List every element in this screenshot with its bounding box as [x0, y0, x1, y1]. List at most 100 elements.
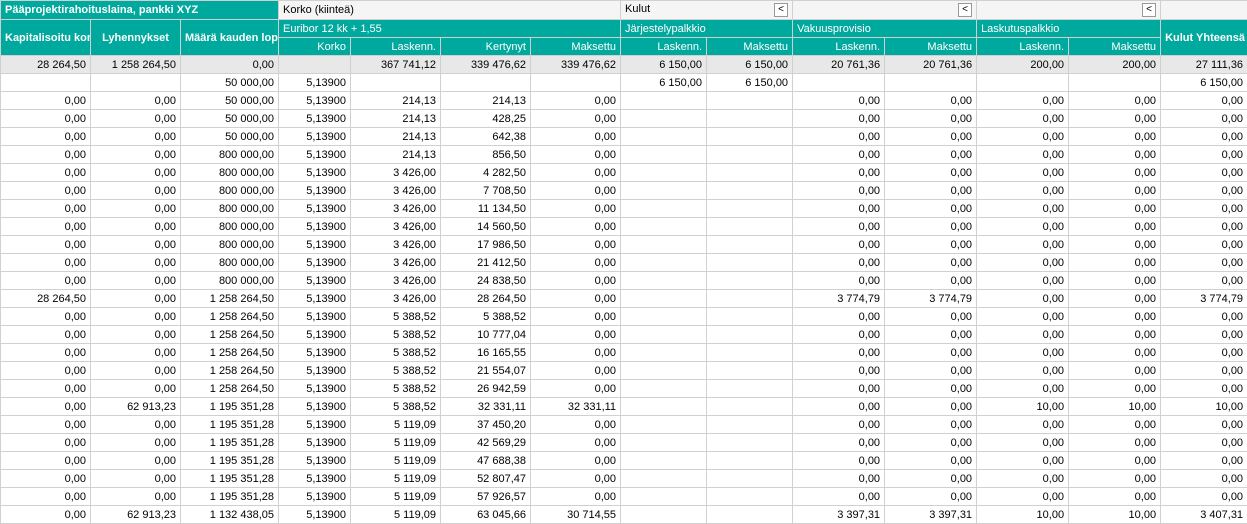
cell-vl[interactable]: 0,00	[793, 344, 885, 362]
cell-jm[interactable]	[707, 434, 793, 452]
cell-lask[interactable]: 5 388,52	[351, 380, 441, 398]
cell-kap[interactable]: 0,00	[1, 164, 91, 182]
cell-jm[interactable]	[707, 254, 793, 272]
cell-jl[interactable]	[621, 128, 707, 146]
cell-vl[interactable]: 0,00	[793, 200, 885, 218]
cell-ll[interactable]: 0,00	[977, 380, 1069, 398]
cell-lask[interactable]: 5 388,52	[351, 344, 441, 362]
cell-ll[interactable]: 0,00	[977, 254, 1069, 272]
cell-vm[interactable]: 0,00	[885, 218, 977, 236]
cell-lm[interactable]: 0,00	[1069, 92, 1161, 110]
cell-lask[interactable]: 3 426,00	[351, 236, 441, 254]
cell-lyh[interactable]: 0,00	[91, 308, 181, 326]
cell-vl[interactable]: 0,00	[793, 146, 885, 164]
cell-kert[interactable]: 28 264,50	[441, 290, 531, 308]
cell-jm[interactable]	[707, 416, 793, 434]
cell-jl[interactable]	[621, 362, 707, 380]
cell-tot[interactable]: 0,00	[1161, 326, 1247, 344]
cell-korko[interactable]: 5,13900	[279, 146, 351, 164]
cell-maara[interactable]: 1 258 264,50	[181, 362, 279, 380]
cell-jl[interactable]: 6 150,00	[621, 74, 707, 92]
cell-jl[interactable]	[621, 344, 707, 362]
cell-maks[interactable]: 0,00	[531, 470, 621, 488]
cell-jm[interactable]	[707, 452, 793, 470]
cell-kap[interactable]: 0,00	[1, 416, 91, 434]
cell-maks[interactable]: 0,00	[531, 146, 621, 164]
cell-tot[interactable]: 0,00	[1161, 452, 1247, 470]
cell-korko[interactable]: 5,13900	[279, 416, 351, 434]
cell-maks[interactable]: 30 714,55	[531, 506, 621, 524]
cell-maks[interactable]: 0,00	[531, 164, 621, 182]
cell-jm[interactable]	[707, 110, 793, 128]
cell-jl[interactable]	[621, 470, 707, 488]
cell-kap[interactable]: 0,00	[1, 92, 91, 110]
cell-kert[interactable]: 214,13	[441, 92, 531, 110]
cell-maara[interactable]: 1 258 264,50	[181, 290, 279, 308]
cell-ll[interactable]: 0,00	[977, 452, 1069, 470]
cell-lm[interactable]	[1069, 74, 1161, 92]
cell-kap[interactable]: 0,00	[1, 452, 91, 470]
cell-ll[interactable]: 0,00	[977, 110, 1069, 128]
cell-korko[interactable]: 5,13900	[279, 182, 351, 200]
cell-maara[interactable]: 800 000,00	[181, 146, 279, 164]
cell-ll[interactable]: 0,00	[977, 92, 1069, 110]
cell-kert[interactable]: 642,38	[441, 128, 531, 146]
collapse-button-3[interactable]: <	[1142, 3, 1156, 17]
cell-maara[interactable]: 800 000,00	[181, 272, 279, 290]
cell-jm[interactable]: 6 150,00	[707, 74, 793, 92]
cell-maks[interactable]: 0,00	[531, 272, 621, 290]
cell-lm[interactable]: 0,00	[1069, 362, 1161, 380]
cell-maks[interactable]: 0,00	[531, 452, 621, 470]
cell-ll[interactable]: 0,00	[977, 362, 1069, 380]
cell-vl[interactable]: 0,00	[793, 470, 885, 488]
cell-tot[interactable]: 0,00	[1161, 362, 1247, 380]
cell-ll[interactable]: 0,00	[977, 200, 1069, 218]
cell-ll[interactable]: 0,00	[977, 416, 1069, 434]
cell-maara[interactable]: 800 000,00	[181, 218, 279, 236]
cell-tot[interactable]: 3 407,31	[1161, 506, 1247, 524]
cell-kap[interactable]: 0,00	[1, 308, 91, 326]
cell-jl[interactable]	[621, 164, 707, 182]
cell-lm[interactable]: 0,00	[1069, 416, 1161, 434]
cell-jl[interactable]	[621, 326, 707, 344]
cell-kap[interactable]: 0,00	[1, 344, 91, 362]
cell-vm[interactable]: 0,00	[885, 416, 977, 434]
cell-vl[interactable]: 0,00	[793, 110, 885, 128]
cell-ll[interactable]: 10,00	[977, 398, 1069, 416]
cell-vl[interactable]: 0,00	[793, 308, 885, 326]
cell-maara[interactable]: 50 000,00	[181, 128, 279, 146]
cell-lask[interactable]: 214,13	[351, 128, 441, 146]
cell-jm[interactable]	[707, 380, 793, 398]
cell-jl[interactable]	[621, 182, 707, 200]
cell-maks[interactable]: 0,00	[531, 290, 621, 308]
cell-jm[interactable]	[707, 470, 793, 488]
cell-vm[interactable]: 0,00	[885, 452, 977, 470]
cell-vm[interactable]: 0,00	[885, 326, 977, 344]
cell-korko[interactable]: 5,13900	[279, 218, 351, 236]
cell-jm[interactable]	[707, 272, 793, 290]
cell-lask[interactable]: 214,13	[351, 146, 441, 164]
cell-lm[interactable]: 0,00	[1069, 344, 1161, 362]
cell-vl[interactable]: 0,00	[793, 416, 885, 434]
cell-vm[interactable]: 3 397,31	[885, 506, 977, 524]
cell-jm[interactable]	[707, 182, 793, 200]
cell-korko[interactable]: 5,13900	[279, 344, 351, 362]
cell-vl[interactable]: 0,00	[793, 380, 885, 398]
cell-maara[interactable]: 800 000,00	[181, 164, 279, 182]
cell-korko[interactable]: 5,13900	[279, 254, 351, 272]
cell-lask[interactable]: 3 426,00	[351, 290, 441, 308]
cell-lask[interactable]: 5 119,09	[351, 506, 441, 524]
cell-lask[interactable]: 214,13	[351, 110, 441, 128]
cell-korko[interactable]: 5,13900	[279, 398, 351, 416]
cell-lm[interactable]: 0,00	[1069, 434, 1161, 452]
cell-ll[interactable]: 0,00	[977, 218, 1069, 236]
cell-lyh[interactable]: 0,00	[91, 110, 181, 128]
cell-lask[interactable]: 5 119,09	[351, 470, 441, 488]
cell-kert[interactable]: 7 708,50	[441, 182, 531, 200]
cell-lyh[interactable]: 0,00	[91, 164, 181, 182]
cell-vl[interactable]: 0,00	[793, 434, 885, 452]
cell-lask[interactable]: 5 388,52	[351, 398, 441, 416]
cell-ll[interactable]: 0,00	[977, 272, 1069, 290]
cell-jl[interactable]	[621, 110, 707, 128]
cell-maara[interactable]: 800 000,00	[181, 182, 279, 200]
